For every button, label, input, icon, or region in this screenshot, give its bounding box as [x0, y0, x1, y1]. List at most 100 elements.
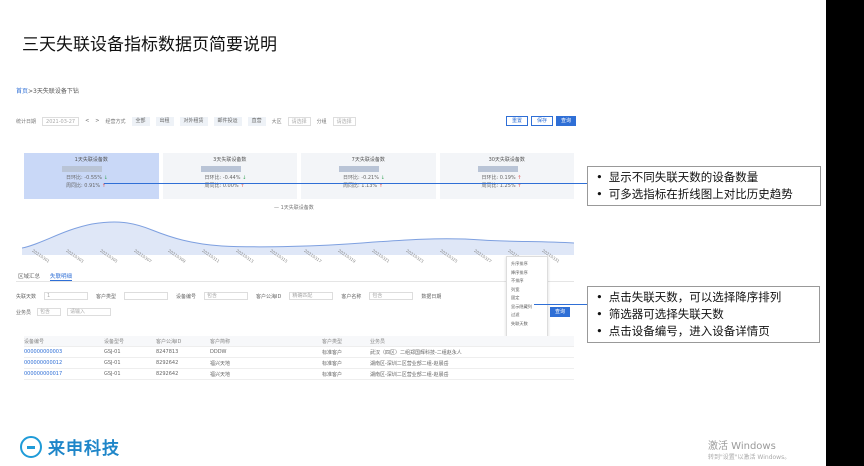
device-link[interactable]: 000000000003 [24, 349, 104, 355]
next-day-button[interactable]: > [95, 118, 99, 124]
salesman-input[interactable]: 请输入 [67, 308, 112, 316]
col-customer-type[interactable]: 客户类型 [322, 338, 370, 345]
annotation-item: 可多选指标在折线图上对比历史趋势 [596, 186, 814, 203]
card-value-blurred [62, 166, 102, 172]
date-label: 统计日期 [16, 118, 37, 125]
card-title: 30天失联设备数 [488, 157, 525, 163]
col-customer[interactable]: 客户简称 [210, 338, 322, 345]
connector-line-2 [534, 304, 587, 305]
prev-day-button[interactable]: < [85, 118, 89, 124]
detail-table: 设备编号 设备型号 客户公海ID 客户简称 客户类型 业务员 000000000… [24, 336, 574, 380]
company-logo: 来申科技 [20, 434, 120, 459]
card-value-blurred [339, 166, 379, 172]
col-salesman[interactable]: 业务员 [370, 338, 520, 345]
filter-buttons: 重置 保存 查询 [505, 116, 576, 126]
breadcrumb-home[interactable]: 首页 [16, 88, 28, 95]
menu-col-width[interactable]: 列宽 [511, 286, 543, 295]
table-row: 000000000003 GSJ-01 8247813 DDDW 标准客户 武汉… [24, 347, 574, 358]
x-tick: 20210313 [235, 248, 255, 264]
col-sea-id[interactable]: 客户公海ID [156, 338, 210, 345]
tab-lost-detail[interactable]: 失联明细 [50, 272, 73, 281]
menu-filter[interactable]: 过滤 [511, 311, 543, 320]
detail-tabs: 区域汇总 失联明细 [18, 272, 73, 281]
date-input[interactable]: 2021-03-27 [42, 116, 80, 126]
annotation-box-1: 显示不同失联天数的设备数量 可多选指标在折线图上对比历史趋势 [587, 166, 821, 206]
sea-id-input[interactable]: 精确匹配 [289, 292, 334, 300]
device-no-input[interactable]: 包含 [204, 292, 249, 300]
filter-bar: 统计日期 2021-03-27 < > 经营方式 全部 出租 对外租赁 邮件投运… [16, 116, 576, 126]
annotation-item: 点击设备编号，进入设备详情页 [596, 323, 813, 340]
query-button[interactable]: 查询 [555, 116, 576, 126]
column-menu: 升序排序 降序排序 不排序 列宽 固定 显示隐藏列 过滤 失联天数 [506, 256, 548, 342]
salesman-mode-select[interactable]: 包含 [37, 308, 62, 316]
device-link[interactable]: 000000000012 [24, 360, 104, 366]
region-select[interactable]: 请选择 [332, 116, 356, 126]
x-tick: 20210309 [167, 248, 187, 264]
device-link[interactable]: 000000000017 [24, 371, 104, 377]
x-tick: 20210307 [133, 248, 153, 264]
logo-text: 来申科技 [48, 439, 120, 459]
metric-card-30day[interactable]: 30天失联设备数 日环比: 0.19% ↑ 周同比: 1.25% ↑ [439, 153, 574, 199]
col-model[interactable]: 设备型号 [104, 338, 156, 345]
pill-direct[interactable]: 直营 [247, 116, 266, 126]
up-arrow-icon: ↑ [517, 175, 522, 181]
annotation-item: 筛选器可选择失联天数 [596, 306, 813, 323]
table-row: 000000000017 GSJ-01 8292642 福兴天地 标准客户 湖南… [24, 369, 574, 380]
menu-no-sort[interactable]: 不排序 [511, 277, 543, 286]
region-label: 分组 [316, 118, 327, 125]
metric-card-1day[interactable]: 1天失联设备数 日环比: -0.55% ↓ 周同比: 0.91% ↑ [24, 153, 159, 199]
customer-name-input[interactable]: 包含 [369, 292, 414, 300]
menu-sort-desc[interactable]: 降序排序 [511, 269, 543, 278]
pill-mail[interactable]: 邮件投运 [213, 116, 242, 126]
detail-filter-row2: 业务员 包含 请输入 查询 [16, 307, 576, 317]
x-axis-labels: 20210301 20210303 20210305 20210307 2021… [31, 248, 574, 264]
down-arrow-icon: ↓ [242, 175, 247, 181]
city-select[interactable]: 请选择 [287, 116, 311, 126]
annotation-box-2: 点击失联天数，可以选择降序排列 筛选器可选择失联天数 点击设备编号，进入设备详情… [587, 286, 820, 343]
pill-external[interactable]: 对外租赁 [179, 116, 208, 126]
table-row: 000000000012 GSJ-01 8292642 福兴天地 标准客户 湖南… [24, 358, 574, 369]
embedded-screenshot: 首页 >3天失联设备下钻 统计日期 2021-03-27 < > 经营方式 全部 … [14, 80, 584, 400]
x-tick: 20210323 [405, 248, 425, 264]
annotation-item: 显示不同失联天数的设备数量 [596, 169, 814, 186]
breadcrumb-current: 3天失联设备下钻 [33, 88, 79, 95]
pill-all[interactable]: 全部 [131, 116, 150, 126]
x-tick: 20210315 [269, 248, 289, 264]
card-title: 3天失联设备数 [213, 157, 247, 163]
card-title: 1天失联设备数 [74, 157, 108, 163]
tab-region-summary[interactable]: 区域汇总 [18, 272, 40, 281]
logo-mark-icon [20, 435, 42, 458]
metric-cards: 1天失联设备数 日环比: -0.55% ↓ 周同比: 0.91% ↑ 3天失联设… [24, 153, 574, 199]
table-header: 设备编号 设备型号 客户公海ID 客户简称 客户类型 业务员 [24, 336, 574, 347]
detail-query-button[interactable]: 查询 [549, 307, 570, 317]
card-title: 7天失联设备数 [351, 157, 385, 163]
x-tick: 20210325 [439, 248, 459, 264]
pill-rent[interactable]: 出租 [155, 116, 174, 126]
x-tick: 20210317 [303, 248, 323, 264]
x-tick: 20210305 [99, 248, 119, 264]
x-tick: 20210303 [65, 248, 85, 264]
city-label: 大区 [271, 118, 282, 125]
x-tick: 20210327 [473, 248, 493, 264]
customer-type-select[interactable] [124, 292, 169, 300]
x-tick: 20210319 [337, 248, 357, 264]
lost-days-select[interactable]: 1 [44, 292, 89, 300]
menu-sort-asc[interactable]: 升序排序 [511, 260, 543, 269]
menu-lost-days[interactable]: 失联天数 [511, 320, 543, 329]
metric-card-3day[interactable]: 3天失联设备数 日环比: -0.44% ↓ 周同比: 0.00% ↑ [162, 153, 297, 199]
metric-card-7day[interactable]: 7天失联设备数 日环比: -0.21% ↓ 周同比: 1.13% ↑ [301, 153, 436, 199]
annotation-item: 点击失联天数，可以选择降序排列 [596, 289, 813, 306]
reset-button[interactable]: 重置 [505, 116, 528, 126]
tab-divider [16, 281, 574, 282]
black-edge [826, 0, 864, 466]
detail-filter-row1: 失联天数 1 客户类型 设备编号 包含 客户公海ID 精确匹配 客户名称 包含 … [16, 292, 442, 300]
range-label: 经营方式 [105, 118, 126, 125]
windows-watermark: 激活 Windows 转到"设置"以激活 Windows。 [708, 441, 791, 461]
down-arrow-icon: ↓ [380, 175, 385, 181]
save-button[interactable]: 保存 [530, 116, 553, 126]
col-device-no[interactable]: 设备编号 [24, 338, 104, 345]
x-tick: 20210301 [31, 248, 51, 264]
menu-pin[interactable]: 固定 [511, 294, 543, 303]
x-tick: 20210321 [371, 248, 391, 264]
down-arrow-icon: ↓ [103, 175, 108, 181]
